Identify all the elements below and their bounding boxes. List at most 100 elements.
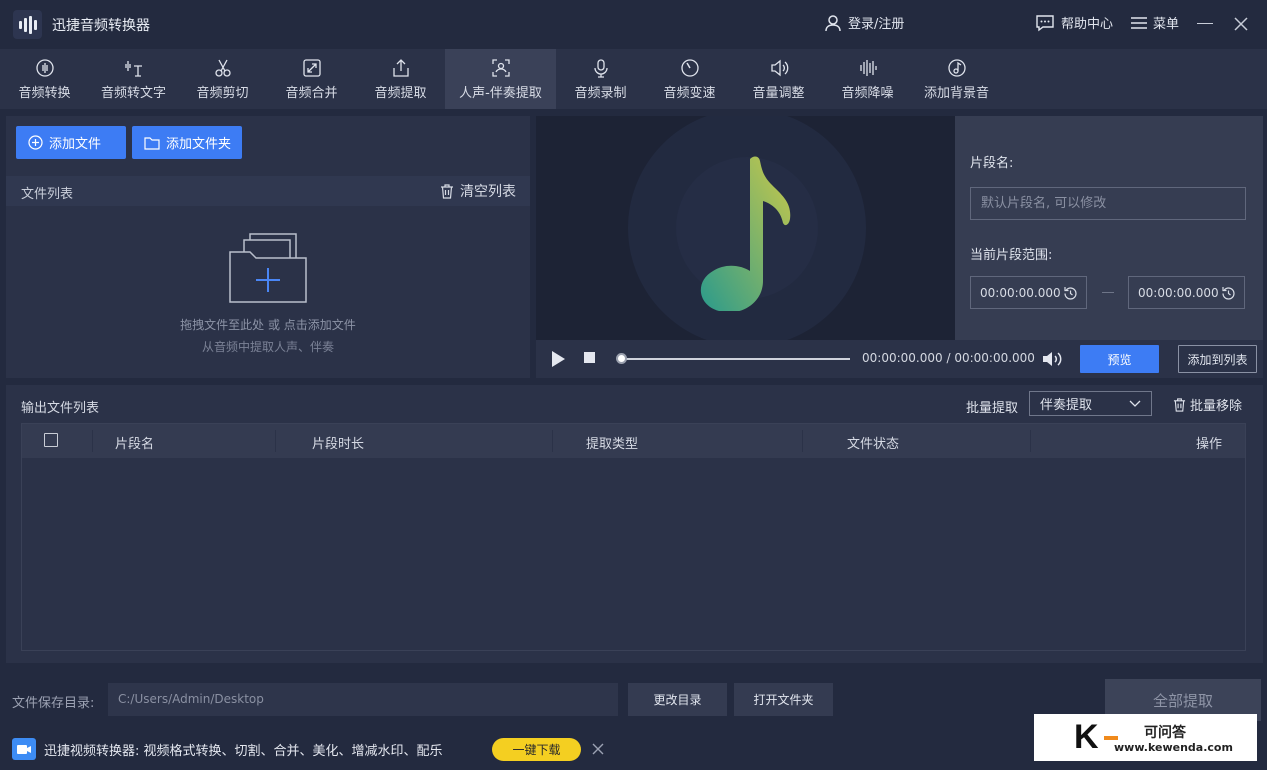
scissors-icon (214, 59, 231, 77)
folder-drop-icon[interactable] (228, 230, 308, 306)
progress-knob[interactable] (616, 353, 627, 364)
volume-icon (770, 59, 788, 76)
tab-audio-to-text[interactable]: 音频转文字 (89, 49, 178, 109)
segment-end-field[interactable]: 00:00:00.000 (1128, 276, 1245, 309)
file-list-header: 文件列表 清空列表 (6, 176, 530, 206)
output-panel: 输出文件列表 批量提取 伴奏提取 批量移除 片段名 片段时长 提取类型 文件状态… (6, 385, 1263, 663)
video-converter-icon (12, 738, 36, 760)
volume-icon[interactable] (1041, 349, 1063, 369)
music-note-icon (947, 58, 966, 77)
watermark-logo: K 可问答 www.kewenda.com (1034, 714, 1257, 761)
batch-extract-select[interactable]: 伴奏提取 (1029, 391, 1152, 416)
minimize-button[interactable] (1197, 23, 1213, 24)
player-controls: 00:00:00.000 / 00:00:00.000 预览 添加到列表 (536, 340, 1263, 378)
segment-end-value: 00:00:00.000 (1138, 285, 1219, 300)
trash-icon (1173, 397, 1186, 412)
tab-vocal-separation[interactable]: 人声-伴奏提取 (445, 49, 556, 109)
clear-list-button[interactable]: 清空列表 (440, 181, 516, 201)
preview-button[interactable]: 预览 (1080, 345, 1159, 373)
batch-remove-label: 批量移除 (1190, 399, 1243, 414)
watermark-letter: K (1074, 718, 1099, 756)
folder-icon (144, 136, 160, 150)
tab-label: 添加背景音 (923, 85, 989, 101)
column-file-status[interactable]: 文件状态 (847, 433, 899, 452)
column-extract-type[interactable]: 提取类型 (586, 433, 638, 452)
watermark-dash (1104, 736, 1118, 740)
select-all-checkbox[interactable] (44, 433, 58, 447)
drop-subhint: 从音频中提取人声、伴奏 (201, 340, 334, 354)
add-file-button[interactable]: 添加文件 (16, 126, 126, 159)
login-button[interactable]: 登录/注册 (824, 13, 904, 32)
watermark-url: www.kewenda.com (1114, 741, 1233, 754)
tab-label: 音频降噪 (841, 85, 894, 101)
extract-icon (392, 58, 409, 77)
reset-time-icon[interactable] (1063, 286, 1078, 301)
tab-noise-reduction[interactable]: 音频降噪 (823, 49, 912, 109)
help-center-button[interactable]: 帮助中心 (1035, 13, 1113, 32)
tab-audio-cut[interactable]: 音频剪切 (178, 49, 267, 109)
column-divider (92, 430, 93, 452)
play-icon[interactable] (552, 351, 565, 367)
add-file-label: 添加文件 (49, 137, 102, 152)
add-to-list-button[interactable]: 添加到列表 (1178, 345, 1257, 373)
stop-icon[interactable] (584, 352, 595, 363)
one-click-download-button[interactable]: 一键下载 (492, 738, 581, 761)
tab-add-background[interactable]: 添加背景音 (912, 49, 1001, 109)
table-header: 片段名 片段时长 提取类型 文件状态 操作 (22, 424, 1245, 458)
microphone-icon (593, 58, 608, 78)
tab-label: 音频提取 (374, 85, 427, 101)
tab-label: 音频转文字 (100, 85, 166, 101)
change-dir-button[interactable]: 更改目录 (628, 683, 727, 716)
add-folder-button[interactable]: 添加文件夹 (132, 126, 242, 159)
menu-button[interactable]: 菜单 (1131, 13, 1179, 32)
app-title: 迅捷音频转换器 (52, 18, 150, 34)
user-icon (825, 14, 841, 31)
audio-convert-icon (35, 58, 54, 77)
app-logo-icon (13, 10, 42, 39)
login-label: 登录/注册 (848, 17, 905, 32)
total-time: 00:00:00.000 (954, 351, 1035, 365)
save-dir-field[interactable]: C:/Users/Admin/Desktop (108, 683, 618, 716)
open-folder-button[interactable]: 打开文件夹 (734, 683, 833, 716)
range-dash (1102, 292, 1114, 293)
tab-audio-extract[interactable]: 音频提取 (356, 49, 445, 109)
tab-label: 音频变速 (663, 85, 716, 101)
tab-label: 音频录制 (574, 85, 627, 101)
menu-label: 菜单 (1153, 17, 1180, 32)
audio-to-text-icon (124, 60, 142, 77)
hamburger-icon (1131, 16, 1147, 29)
column-segment-name[interactable]: 片段名 (115, 433, 154, 452)
tab-audio-convert[interactable]: 音频转换 (0, 49, 89, 109)
column-segment-duration[interactable]: 片段时长 (312, 433, 364, 452)
tab-label: 音量调整 (752, 85, 805, 101)
column-divider (802, 430, 803, 452)
watermark-name: 可问答 (1144, 725, 1186, 741)
tab-audio-record[interactable]: 音频录制 (556, 49, 645, 109)
feature-toolbar: 音频转换 音频转文字 音频剪切 音频合并 音频提取 人声-伴奏提取 音频录制 音… (0, 49, 1267, 109)
batch-extract-label: 批量提取 (966, 401, 1019, 416)
progress-track[interactable] (620, 358, 850, 360)
tab-volume-adjust[interactable]: 音量调整 (734, 49, 823, 109)
close-icon[interactable] (592, 743, 604, 755)
batch-remove-button[interactable]: 批量移除 (1173, 395, 1242, 414)
tab-label: 音频合并 (285, 85, 338, 101)
segment-start-value: 00:00:00.000 (980, 285, 1061, 300)
vocal-separation-icon (491, 58, 510, 77)
drop-hint: 拖拽文件至此处 或 点击添加文件 (180, 318, 356, 332)
tab-audio-speed[interactable]: 音频变速 (645, 49, 734, 109)
segment-panel: 片段名: 当前片段范围: 00:00:00.000 00:00:00.000 (955, 116, 1263, 340)
help-label: 帮助中心 (1061, 17, 1114, 32)
column-actions: 操作 (1196, 437, 1223, 452)
time-readout: 00:00:00.000 / 00:00:00.000 (862, 351, 1035, 365)
speed-icon (680, 58, 699, 77)
segment-name-input[interactable] (970, 187, 1246, 220)
segment-start-field[interactable]: 00:00:00.000 (970, 276, 1087, 309)
segment-name-label: 片段名: (970, 156, 1014, 171)
reset-time-icon[interactable] (1221, 286, 1236, 301)
promo-text: 迅捷视频转换器: 视频格式转换、切割、合并、美化、增减水印、配乐 (44, 743, 443, 759)
output-table: 片段名 片段时长 提取类型 文件状态 操作 (21, 423, 1246, 651)
plus-circle-icon (28, 135, 43, 150)
close-icon[interactable] (1232, 15, 1250, 33)
tab-audio-merge[interactable]: 音频合并 (267, 49, 356, 109)
tab-label: 音频转换 (18, 85, 71, 101)
